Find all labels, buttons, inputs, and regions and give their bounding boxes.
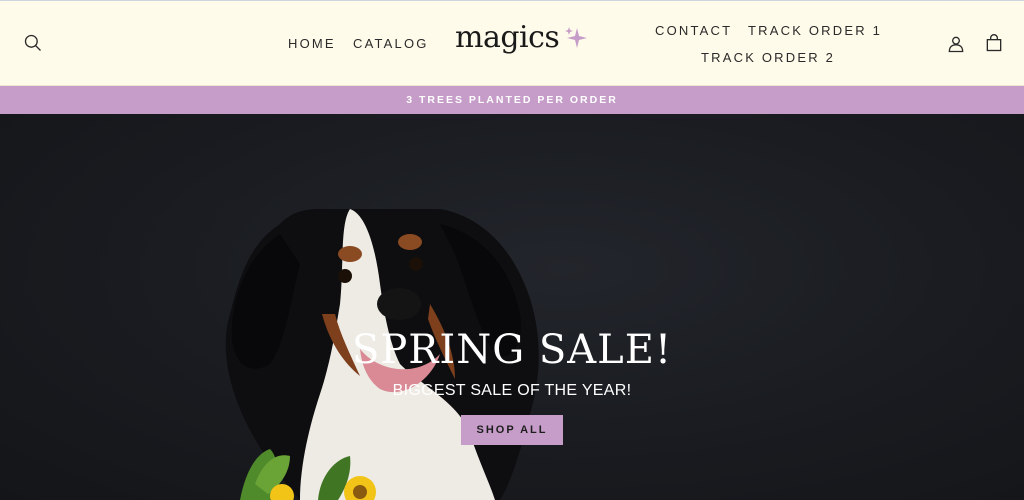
shop-all-button[interactable]: SHOP ALL — [461, 415, 563, 445]
hero-subtitle: BIGGEST SALE OF THE YEAR! — [392, 382, 632, 399]
site-header: HOME CATALOG magics CONTACT TRACK ORDER … — [0, 0, 1024, 86]
site-logo[interactable]: magics — [455, 23, 589, 53]
user-icon[interactable] — [944, 32, 968, 56]
shop-all-label: SHOP ALL — [476, 424, 548, 436]
sparkle-icon — [565, 27, 588, 48]
announcement-bar: 3 TREES PLANTED PER ORDER — [0, 86, 1024, 114]
hero-banner: SPRING SALE! BIGGEST SALE OF THE YEAR! S… — [0, 114, 1024, 500]
nav-contact[interactable]: CONTACT — [655, 23, 732, 38]
nav-track-order-2[interactable]: TRACK ORDER 2 — [701, 50, 835, 65]
hero-title: SPRING SALE! — [351, 327, 673, 373]
nav-track-order-1[interactable]: TRACK ORDER 1 — [748, 23, 882, 38]
nav-home[interactable]: HOME — [288, 36, 336, 51]
shopping-bag-icon[interactable] — [982, 31, 1006, 55]
search-icon[interactable] — [21, 31, 45, 55]
logo-text: magics — [455, 20, 560, 55]
nav-catalog[interactable]: CATALOG — [353, 36, 429, 51]
announcement-text: 3 TREES PLANTED PER ORDER — [406, 94, 618, 106]
